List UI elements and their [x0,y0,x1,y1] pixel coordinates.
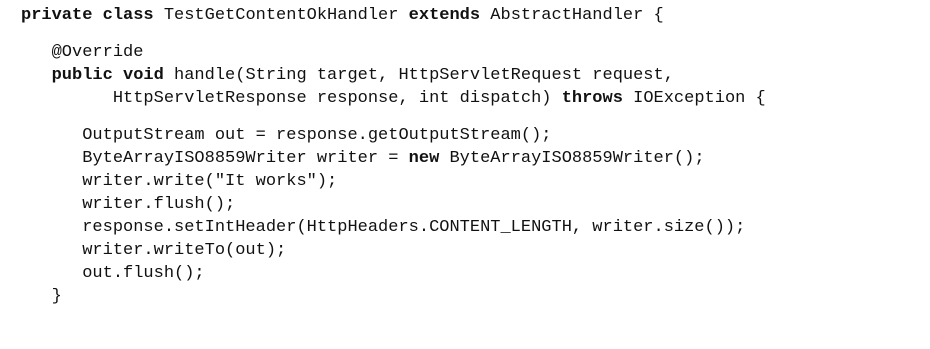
annotation-text: @Override [21,43,144,62]
constructor-text: ByteArrayISO8859Writer(); [439,149,705,168]
statement-text: OutputStream out = response.getOutputStr… [21,126,552,145]
code-line-out-flush: out.flush(); [21,262,930,285]
keyword-public-void: public void [51,66,164,85]
closing-brace-text: } [21,287,62,306]
class-name-text: TestGetContentOkHandler [153,6,409,25]
statement-text: writer.flush(); [21,195,236,214]
statement-text: response.setIntHeader(HttpHeaders.CONTEN… [21,218,746,237]
code-line-method-params: HttpServletResponse response, int dispat… [21,87,930,110]
keyword-throws: throws [561,89,623,108]
method-params-text: HttpServletResponse response, int dispat… [21,89,562,108]
code-line-closing-brace: } [21,285,930,308]
keyword-private-class: private class [21,6,154,25]
code-listing: private class TestGetContentOkHandler ex… [0,0,930,349]
code-line-writer-flush: writer.flush(); [21,193,930,216]
code-line-method-signature: public void handle(String target, HttpSe… [21,64,930,87]
statement-text: ByteArrayISO8859Writer writer = [21,149,409,168]
code-line-annotation: @Override [21,41,930,64]
code-line-output-stream: OutputStream out = response.getOutputStr… [21,124,930,147]
statement-text: writer.write("It works"); [21,172,338,191]
keyword-new: new [408,149,440,168]
code-line-writer-write: writer.write("It works"); [21,170,930,193]
code-line-class-declaration: private class TestGetContentOkHandler ex… [21,4,930,27]
code-line-set-header: response.setIntHeader(HttpHeaders.CONTEN… [21,216,930,239]
code-line-write-to: writer.writeTo(out); [21,239,930,262]
method-signature-text: handle(String target, HttpServletRequest… [163,66,674,85]
code-line-writer-decl: ByteArrayISO8859Writer writer = new Byte… [21,147,930,170]
keyword-extends: extends [408,6,481,25]
superclass-text: AbstractHandler { [480,6,664,25]
exception-text: IOException { [622,89,766,108]
statement-text: writer.writeTo(out); [21,241,287,260]
statement-text: out.flush(); [21,264,205,283]
